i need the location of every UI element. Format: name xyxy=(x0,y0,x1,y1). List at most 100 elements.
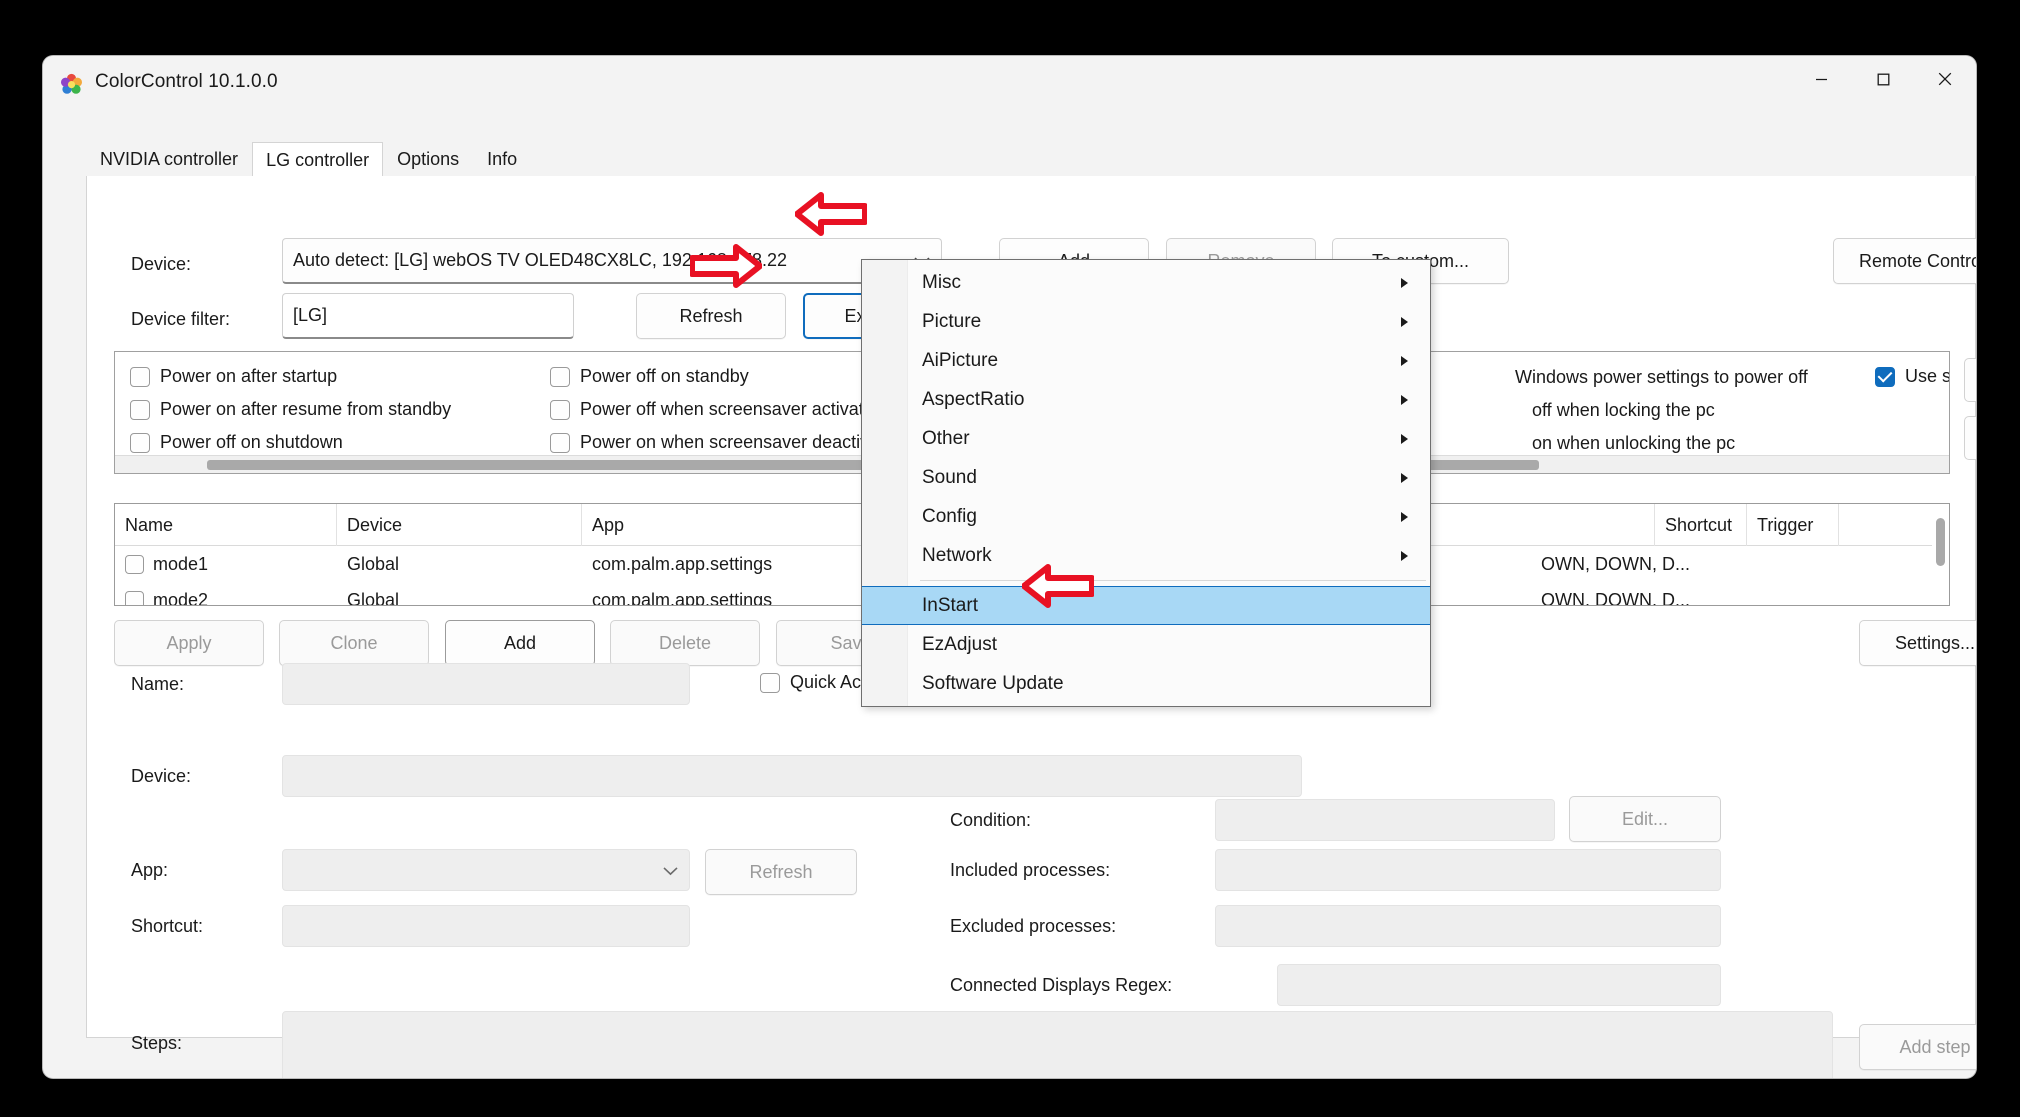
maximize-icon[interactable] xyxy=(1852,56,1914,102)
menu-item-misc[interactable]: Misc xyxy=(862,263,1430,302)
checkbox-power-on-after-startup[interactable]: Power on after startup xyxy=(130,366,337,387)
title-bar: ColorControl 10.1.0.0 xyxy=(43,56,1976,112)
cell-steps: OWN, DOWN, D... xyxy=(1531,546,1771,582)
checkbox-box xyxy=(1875,366,1895,387)
menu-item-label: Software Update xyxy=(922,672,1064,694)
column-header-shortcut: Shortcut xyxy=(1655,504,1747,546)
screen: ColorControl 10.1.0.0 NVIDIA controller … xyxy=(0,0,2020,1117)
app-window: ColorControl 10.1.0.0 NVIDIA controller … xyxy=(43,56,1976,1078)
form-device-label: Device: xyxy=(131,766,192,786)
checkbox-power-on-after-resume[interactable]: Power on after resume from standby xyxy=(130,399,451,420)
settings-button[interactable]: Settings... xyxy=(1859,620,1976,666)
edit-condition-label: Edit... xyxy=(1621,808,1669,829)
checkbox-box xyxy=(760,672,780,693)
checkbox-box xyxy=(550,399,570,420)
tab-nvidia-controller[interactable]: NVIDIA controller xyxy=(86,141,252,177)
menu-item-label: Misc xyxy=(922,271,962,293)
app-combobox[interactable] xyxy=(282,849,690,891)
menu-item-ezadjust[interactable]: EzAdjust xyxy=(862,625,1430,664)
tab-label: NVIDIA controller xyxy=(100,149,239,169)
clone-button[interactable]: Clone xyxy=(279,620,429,666)
device-dropdown-arrow-annotation xyxy=(794,190,868,243)
tab-label: Info xyxy=(487,149,518,169)
tab-info[interactable]: Info xyxy=(473,141,531,177)
menu-item-aipicture[interactable]: AiPicture xyxy=(862,341,1430,380)
cell-text: mode2 xyxy=(153,589,209,606)
chevron-right-icon xyxy=(1401,472,1408,483)
chevron-right-icon xyxy=(1401,394,1408,405)
checkbox-label: Power on after startup xyxy=(160,366,338,386)
chevron-down-icon xyxy=(663,860,678,881)
excluded-processes-label: Excluded processes: xyxy=(950,916,1117,936)
device-filter-input[interactable]: [LG] xyxy=(282,293,574,339)
checkbox-label: Power on when screensaver deactiv xyxy=(580,432,870,452)
checkbox-power-off-screensaver-activated[interactable]: Power off when screensaver activate xyxy=(550,399,874,420)
instart-item-arrow-annotation xyxy=(1021,562,1095,615)
menu-item-network[interactable]: Network xyxy=(862,536,1430,575)
checkbox-label: Use secure cc xyxy=(1905,366,1949,386)
checkbox-box xyxy=(130,399,150,420)
menu-item-label: EzAdjust xyxy=(922,633,997,655)
steps-input[interactable] xyxy=(282,1011,1833,1078)
name-input[interactable] xyxy=(282,663,690,705)
column-label: Shortcut xyxy=(1665,514,1733,535)
condition-input[interactable] xyxy=(1215,799,1555,841)
included-processes-input[interactable] xyxy=(1215,849,1721,891)
tab-lg-controller[interactable]: LG controller xyxy=(252,142,384,178)
refresh-app-button[interactable]: Refresh xyxy=(705,849,857,895)
column-header-trigger: Trigger xyxy=(1747,504,1839,546)
tab-options[interactable]: Options xyxy=(383,141,473,177)
add-step-button[interactable]: Add step xyxy=(1859,1024,1976,1070)
form-device-input[interactable] xyxy=(282,755,1302,797)
app-label: App: xyxy=(131,860,169,880)
chevron-right-icon xyxy=(1401,433,1408,444)
row-checkbox[interactable] xyxy=(125,554,144,574)
edit-condition-button[interactable]: Edit... xyxy=(1569,796,1721,842)
checkbox-box xyxy=(550,366,570,387)
device-filter-value: [LG] xyxy=(293,305,328,325)
color-flower-icon xyxy=(59,72,84,97)
device-combobox[interactable]: Auto detect: [LG] webOS TV OLED48CX8LC, … xyxy=(282,238,942,284)
menu-separator xyxy=(920,580,1426,581)
presets-vscroll-thumb[interactable] xyxy=(1936,518,1945,566)
menu-item-instart[interactable]: InStart xyxy=(862,586,1430,625)
minimize-icon[interactable] xyxy=(1790,56,1852,102)
column-header-spacer xyxy=(1839,504,1934,546)
cell-device: Global xyxy=(337,546,582,582)
script-button[interactable]: S xyxy=(1964,416,1976,460)
menu-item-other[interactable]: Other xyxy=(862,419,1430,458)
add-preset-label: Add xyxy=(503,632,537,653)
cell-text: Global xyxy=(347,553,400,574)
menu-item-sound[interactable]: Sound xyxy=(862,458,1430,497)
menu-item-picture[interactable]: Picture xyxy=(862,302,1430,341)
excluded-processes-input[interactable] xyxy=(1215,905,1721,947)
presets-vscrollbar[interactable] xyxy=(1932,504,1949,605)
shortcut-input[interactable] xyxy=(282,905,690,947)
remote-control-button[interactable]: Remote Control xyxy=(1833,238,1976,284)
menu-item-label: Network xyxy=(922,544,992,566)
tab-strip: NVIDIA controller LG controller Options … xyxy=(86,140,1976,178)
delete-preset-button[interactable]: Delete xyxy=(610,620,760,666)
checkbox-power-off-on-shutdown[interactable]: Power off on shutdown xyxy=(130,432,343,453)
chevron-right-icon xyxy=(1401,511,1408,522)
checkbox-power-off-on-standby[interactable]: Power off on standby xyxy=(550,366,749,387)
checkbox-power-on-screensaver-deactivated[interactable]: Power on when screensaver deactiv xyxy=(550,432,869,453)
connected-displays-input[interactable] xyxy=(1277,964,1721,1006)
add-preset-button[interactable]: Add xyxy=(445,620,595,666)
apply-button[interactable]: Apply xyxy=(114,620,264,666)
help-button[interactable]: ? xyxy=(1964,358,1976,402)
expert-context-menu[interactable]: Misc Picture AiPicture AspectRatio Other… xyxy=(861,259,1431,707)
menu-item-config[interactable]: Config xyxy=(862,497,1430,536)
checkbox-use-secure-connection[interactable]: Use secure cc xyxy=(1875,366,1949,387)
menu-item-label: Picture xyxy=(922,310,982,332)
menu-item-label: Other xyxy=(922,427,970,449)
refresh-app-label: Refresh xyxy=(749,861,813,882)
refresh-devices-button[interactable]: Refresh xyxy=(636,293,786,339)
row-checkbox[interactable] xyxy=(125,590,144,605)
shortcut-label: Shortcut: xyxy=(131,916,204,936)
menu-item-aspectratio[interactable]: AspectRatio xyxy=(862,380,1430,419)
window-controls xyxy=(1790,56,1976,102)
cell-text: OWN, DOWN, D... xyxy=(1541,589,1690,606)
menu-item-software-update[interactable]: Software Update xyxy=(862,664,1430,703)
close-icon[interactable] xyxy=(1914,56,1976,102)
